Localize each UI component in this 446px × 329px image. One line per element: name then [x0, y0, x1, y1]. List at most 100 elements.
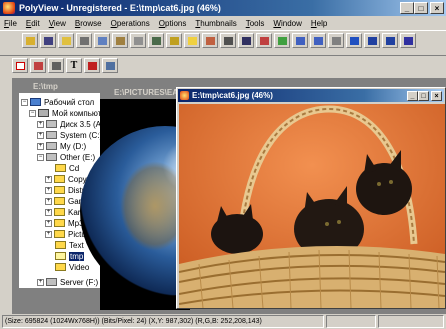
scan-button[interactable] [130, 33, 146, 48]
network-drive-icon [46, 278, 57, 286]
cat-window-title-bar[interactable]: E:\tmp\cat6.jpg (46%) _ □ × [178, 89, 444, 102]
copy-button[interactable] [94, 33, 110, 48]
printer-icon [79, 36, 89, 45]
expand-icon[interactable]: + [45, 175, 52, 183]
menu-browse[interactable]: Browse [75, 19, 102, 28]
child-close-button[interactable]: × [431, 91, 442, 101]
menu-view[interactable]: View [49, 19, 66, 28]
menu-tools[interactable]: Tools [246, 19, 265, 28]
save-button[interactable] [40, 33, 56, 48]
next-button[interactable] [382, 33, 398, 48]
collapse-icon[interactable]: − [21, 98, 28, 106]
expand-icon[interactable]: + [45, 197, 52, 205]
grid-button[interactable] [220, 33, 236, 48]
expand-icon[interactable]: + [45, 219, 52, 227]
status-pane-3 [378, 315, 444, 328]
pencil-tool[interactable] [30, 58, 46, 73]
delete-button[interactable] [328, 33, 344, 48]
redo-button[interactable] [310, 33, 326, 48]
folder-open-icon [55, 252, 66, 260]
tree-node-server[interactable]: + Server (F:) [37, 276, 98, 288]
folder-icon [54, 219, 65, 227]
prev-button[interactable] [364, 33, 380, 48]
folder-icon [54, 230, 65, 238]
app-title: PolyView - Unregistered - E:\tmp\cat6.jp… [19, 3, 221, 13]
undo-button[interactable] [292, 33, 308, 48]
expand-icon[interactable]: + [37, 142, 44, 150]
menu-window[interactable]: Window [273, 19, 301, 28]
folder-icon [61, 36, 71, 45]
menu-help[interactable]: Help [311, 19, 327, 28]
close-button[interactable]: × [430, 2, 444, 14]
menu-edit[interactable]: Edit [26, 19, 40, 28]
palette-icon [205, 36, 215, 45]
grid-icon [223, 36, 233, 45]
computer-icon [38, 109, 49, 117]
folder-icon [55, 164, 66, 172]
select-tool[interactable] [12, 58, 28, 73]
image-window-icon[interactable] [180, 91, 189, 100]
desktop-icon [30, 98, 41, 106]
crop-button[interactable] [148, 33, 164, 48]
help-button[interactable] [400, 33, 416, 48]
folder-icon [54, 175, 65, 183]
arrow-up-icon [385, 36, 395, 45]
crosshair-tool[interactable] [48, 58, 64, 73]
magnify-tool[interactable] [102, 58, 118, 73]
maximize-button[interactable]: □ [414, 2, 428, 14]
paste-icon [115, 36, 125, 45]
menu-operations[interactable]: Operations [111, 19, 150, 28]
tree-node-video[interactable]: Video [55, 261, 89, 273]
text-tool-icon: T [70, 60, 78, 71]
fit-button[interactable] [274, 33, 290, 48]
expand-icon[interactable]: + [37, 120, 44, 128]
collapse-icon[interactable]: − [37, 153, 44, 161]
fit-icon [277, 36, 287, 45]
expand-icon[interactable]: + [45, 230, 52, 238]
collapse-icon[interactable]: − [29, 109, 36, 117]
minimize-button[interactable]: _ [400, 2, 414, 14]
folder-icon [55, 263, 66, 271]
cat-image-window: E:\tmp\cat6.jpg (46%) _ □ × [176, 87, 446, 309]
expand-icon[interactable]: + [37, 278, 44, 286]
paste-button[interactable] [112, 33, 128, 48]
scanner-icon [133, 36, 143, 45]
expand-icon[interactable]: + [45, 208, 52, 216]
undo-icon [295, 36, 305, 45]
app-title-bar[interactable]: PolyView - Unregistered - E:\tmp\cat6.jp… [0, 0, 446, 16]
image-info-status: (Size: 695824 (1024Wx768H)) (Bits/Pixel:… [2, 315, 324, 328]
enhance-button[interactable] [184, 33, 200, 48]
drive-icon [46, 153, 57, 161]
drive-icon [46, 131, 57, 139]
status-pane-2 [326, 315, 376, 328]
text-tool[interactable]: T [66, 58, 82, 73]
color-button[interactable] [202, 33, 218, 48]
status-bar: (Size: 695824 (1024Wx768H)) (Bits/Pixel:… [0, 314, 446, 329]
fill-tool[interactable] [84, 58, 100, 73]
rotate-icon [169, 36, 179, 45]
print-button[interactable] [76, 33, 92, 48]
polyview-app-icon[interactable] [3, 2, 15, 14]
child-minimize-button[interactable]: _ [407, 91, 418, 101]
info-button[interactable] [346, 33, 362, 48]
menu-options[interactable]: Options [159, 19, 187, 28]
slideshow-button[interactable] [238, 33, 254, 48]
disk-icon [43, 36, 53, 45]
toolbar-row-1 [22, 33, 416, 48]
help-icon [403, 36, 413, 45]
menu-file[interactable]: File [4, 19, 17, 28]
fill-icon [87, 61, 97, 70]
browse-button[interactable] [58, 33, 74, 48]
zoom-button[interactable] [256, 33, 272, 48]
child-maximize-button[interactable]: □ [418, 91, 429, 101]
slideshow-icon [241, 36, 251, 45]
folder-icon [54, 208, 65, 216]
expand-icon[interactable]: + [37, 131, 44, 139]
rotate-button[interactable] [166, 33, 182, 48]
folder-icon [54, 186, 65, 194]
tree-window-title[interactable]: E:\tmp [19, 80, 107, 93]
folder-icon [54, 197, 65, 205]
expand-icon[interactable]: + [45, 186, 52, 194]
open-file-button[interactable] [22, 33, 38, 48]
menu-thumbnails[interactable]: Thumbnails [195, 19, 236, 28]
